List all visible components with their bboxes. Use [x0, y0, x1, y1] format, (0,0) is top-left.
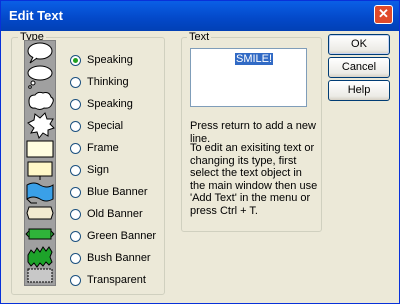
bush-banner-icon	[27, 246, 53, 268]
help-text: To edit an exisiting text or changing it…	[190, 142, 318, 217]
type-option-old-banner[interactable]: Old Banner	[70, 206, 143, 222]
text-group-label: Text	[187, 31, 212, 43]
type-option-thinking[interactable]: Thinking	[70, 74, 129, 90]
text-input-value: SMILE!	[233, 52, 275, 66]
radio-green-banner[interactable]	[70, 230, 81, 242]
title-bar[interactable]: Edit Text ✕	[1, 1, 399, 31]
radio-speaking[interactable]	[70, 54, 81, 66]
text-input[interactable]: SMILE!	[190, 48, 307, 107]
radio-speaking-2[interactable]	[70, 98, 81, 110]
ok-button[interactable]: OK	[328, 34, 390, 55]
edit-text-dialog: Edit Text ✕ Type Speaking Thinking Speak…	[0, 0, 400, 304]
type-option-bush-banner[interactable]: Bush Banner	[70, 250, 151, 266]
green-banner-icon	[25, 228, 55, 240]
type-option-transparent[interactable]: Transparent	[70, 272, 146, 288]
type-option-speaking[interactable]: Speaking	[70, 52, 133, 68]
old-banner-icon	[26, 206, 54, 220]
radio-blue-banner[interactable]	[70, 186, 81, 198]
frame-icon	[26, 140, 54, 158]
sign-icon	[27, 161, 53, 180]
radio-frame[interactable]	[70, 142, 81, 154]
option-label: Old Banner	[87, 208, 143, 220]
option-label: Bush Banner	[87, 252, 151, 264]
type-preview-icons	[25, 42, 55, 283]
option-label: Special	[87, 120, 124, 132]
close-button[interactable]: ✕	[374, 5, 393, 24]
type-option-speaking-2[interactable]: Speaking	[70, 96, 133, 112]
window-title: Edit Text	[9, 8, 63, 23]
radio-thinking[interactable]	[70, 76, 81, 88]
transparent-icon	[27, 268, 53, 283]
type-preview-strip	[24, 40, 56, 286]
radio-bush-banner[interactable]	[70, 252, 81, 264]
radio-transparent[interactable]	[70, 274, 81, 286]
type-groupbox: Type Speaking Thinking Speaking Special …	[11, 31, 165, 295]
burst-bubble-icon	[27, 112, 55, 140]
type-option-special[interactable]: Special	[70, 118, 123, 134]
option-label: Green Banner	[87, 230, 157, 242]
type-option-blue-banner[interactable]: Blue Banner	[70, 184, 148, 200]
type-option-frame[interactable]: Frame	[70, 140, 119, 156]
radio-old-banner[interactable]	[70, 208, 81, 220]
text-groupbox: Text SMILE! Press return to add a new li…	[181, 31, 322, 232]
speech-bubble-icon	[27, 42, 53, 64]
option-label: Speaking	[87, 98, 133, 110]
radio-sign[interactable]	[70, 164, 81, 176]
radio-special[interactable]	[70, 120, 81, 132]
close-icon: ✕	[378, 6, 389, 21]
option-label: Transparent	[87, 274, 146, 286]
type-option-sign[interactable]: Sign	[70, 162, 109, 178]
thought-bubble-icon	[27, 65, 53, 89]
option-label: Thinking	[87, 76, 129, 88]
option-label: Blue Banner	[87, 186, 148, 198]
blue-banner-icon	[26, 182, 54, 204]
speech-cloud-icon	[28, 91, 54, 110]
cancel-button[interactable]: Cancel	[328, 57, 390, 78]
option-label: Sign	[87, 164, 110, 176]
help-button[interactable]: Help	[328, 80, 390, 101]
type-option-green-banner[interactable]: Green Banner	[70, 228, 156, 244]
option-label: Speaking	[87, 54, 133, 66]
dialog-body: Type Speaking Thinking Speaking Special …	[2, 31, 398, 302]
option-label: Frame	[87, 142, 119, 154]
